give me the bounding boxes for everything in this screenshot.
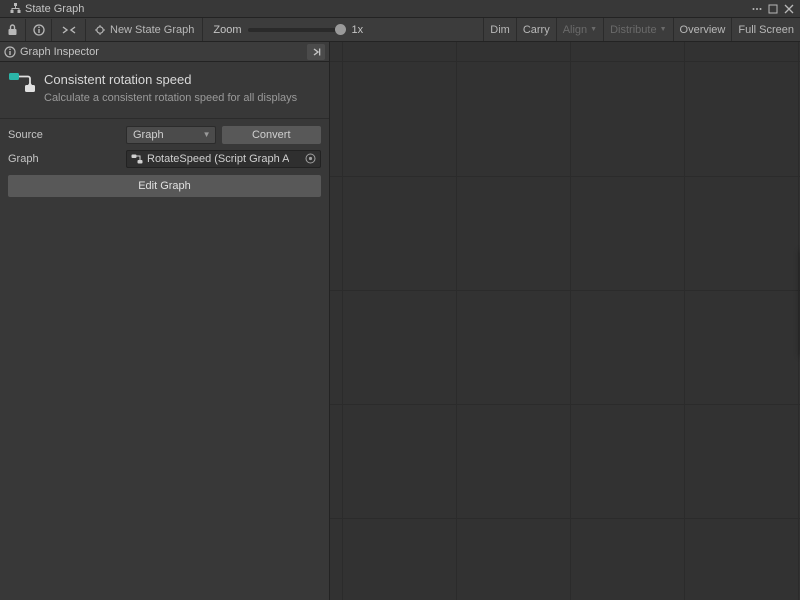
- source-label: Source: [8, 129, 126, 141]
- graph-icon: [94, 24, 106, 36]
- hierarchy-icon: [10, 3, 21, 14]
- object-picker-icon[interactable]: [305, 153, 316, 164]
- edit-graph-button[interactable]: Edit Graph: [8, 175, 321, 197]
- graph-asset-field[interactable]: RotateSpeed (Script Graph A: [126, 150, 321, 168]
- asset-icon: [131, 154, 143, 164]
- node-description: Calculate a consistent rotation speed fo…: [44, 91, 297, 106]
- window-tab[interactable]: State Graph: [4, 0, 90, 17]
- close-icon[interactable]: [782, 2, 796, 16]
- info-icon[interactable]: [26, 19, 52, 41]
- new-state-graph-label: New State Graph: [110, 24, 194, 36]
- zoom-value: 1x: [352, 24, 364, 36]
- relations-icon[interactable]: [52, 19, 86, 41]
- align-dropdown[interactable]: Align▼: [556, 18, 603, 41]
- graph-inspector-panel: Graph Inspector Consistent rotation spee…: [0, 42, 330, 600]
- window-title: State Graph: [25, 3, 84, 15]
- new-state-graph-button[interactable]: New State Graph: [86, 18, 203, 41]
- collapse-panel-icon[interactable]: [307, 44, 325, 60]
- node-title: Consistent rotation speed: [44, 72, 297, 87]
- carry-button[interactable]: Carry: [516, 18, 556, 41]
- inspector-title: Graph Inspector: [20, 46, 99, 58]
- fullscreen-button[interactable]: Full Screen: [731, 18, 800, 41]
- info-icon: [4, 46, 16, 58]
- window-menu-icon[interactable]: [750, 2, 764, 16]
- state-node-icon: [8, 72, 36, 94]
- distribute-dropdown[interactable]: Distribute▼: [603, 18, 672, 41]
- graph-canvas[interactable]: Consistent rotation speed Calculate a co…: [330, 42, 800, 600]
- source-dropdown[interactable]: Graph ▼: [126, 126, 216, 144]
- dim-button[interactable]: Dim: [483, 18, 516, 41]
- overview-button[interactable]: Overview: [673, 18, 732, 41]
- zoom-label: Zoom: [213, 24, 241, 36]
- zoom-slider-thumb[interactable]: [335, 24, 346, 35]
- lock-icon[interactable]: [0, 19, 26, 41]
- convert-button[interactable]: Convert: [222, 126, 322, 144]
- maximize-icon[interactable]: [766, 2, 780, 16]
- zoom-slider[interactable]: [248, 28, 346, 32]
- graph-label: Graph: [8, 153, 126, 165]
